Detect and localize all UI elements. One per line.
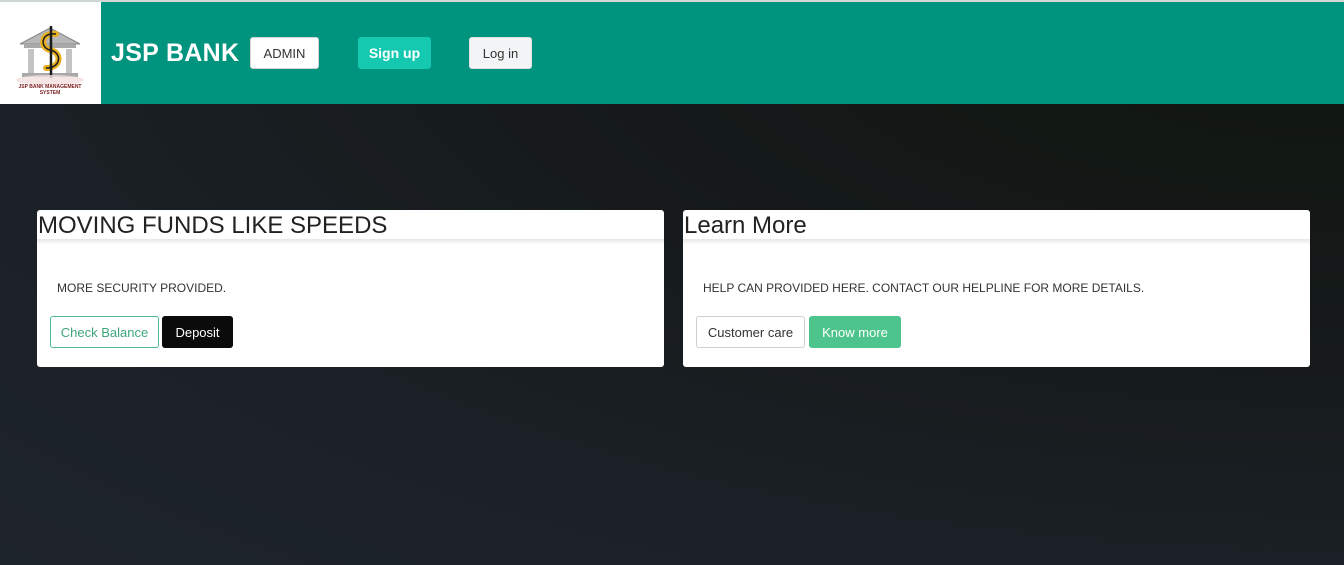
brand-title[interactable]: JSP BANK — [111, 39, 239, 68]
card-divider — [37, 239, 664, 245]
check-balance-button[interactable]: Check Balance — [50, 316, 159, 348]
card-divider — [683, 239, 1310, 245]
logo[interactable]: JSP BANK MANAGEMENT SYSTEM — [0, 2, 101, 104]
logo-caption: JSP BANK MANAGEMENT SYSTEM — [18, 84, 82, 96]
signup-button[interactable]: Sign up — [358, 37, 431, 69]
bank-logo-icon — [16, 26, 84, 85]
admin-button[interactable]: ADMIN — [250, 37, 319, 69]
card-title: Learn More — [684, 212, 807, 239]
navbar: JSP BANK MANAGEMENT SYSTEM JSP BANK ADMI… — [0, 2, 1344, 104]
card-title: MOVING FUNDS LIKE SPEEDS — [38, 212, 388, 239]
deposit-button[interactable]: Deposit — [162, 316, 233, 348]
card-text: HELP CAN PROVIDED HERE. CONTACT OUR HELP… — [703, 281, 1145, 295]
card-moving-funds: MOVING FUNDS LIKE SPEEDS MORE SECURITY P… — [37, 210, 664, 367]
login-button[interactable]: Log in — [469, 37, 532, 69]
card-text: MORE SECURITY PROVIDED. — [57, 281, 227, 295]
customer-care-button[interactable]: Customer care — [696, 316, 805, 348]
card-learn-more: Learn More HELP CAN PROVIDED HERE. CONTA… — [683, 210, 1310, 367]
know-more-button[interactable]: Know more — [809, 316, 901, 348]
